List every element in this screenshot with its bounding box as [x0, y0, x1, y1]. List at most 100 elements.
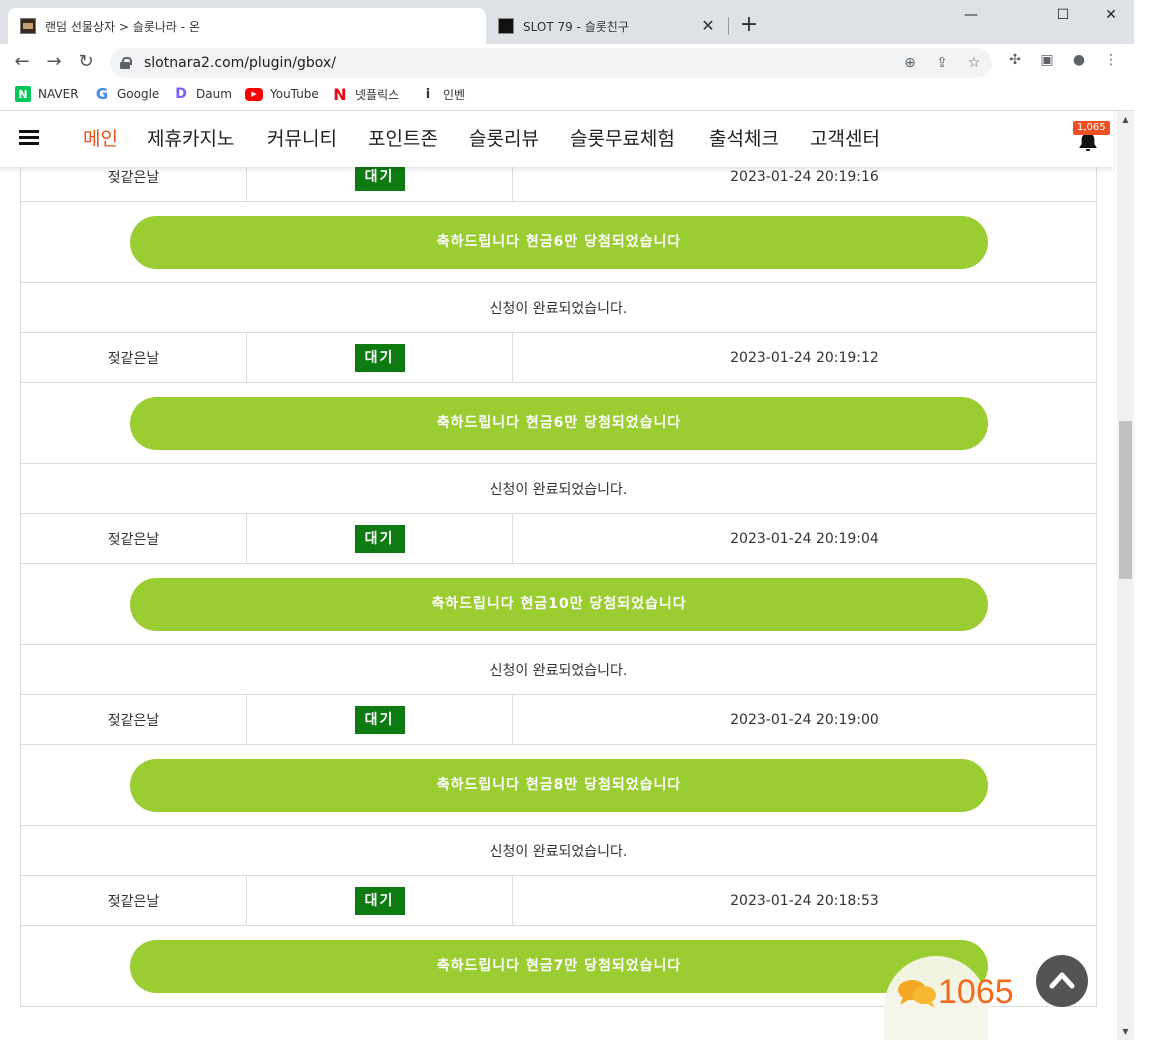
maximize-button[interactable]: ☐ [1040, 0, 1086, 30]
reload-icon: ↻ [78, 51, 94, 72]
maximize-icon: ☐ [1056, 7, 1070, 23]
prize-row: 축하드립니다 현금8만 당첨되었습니다 [20, 745, 1097, 826]
prize-banner: 축하드립니다 현금6만 당첨되었습니다 [130, 216, 988, 269]
user-nickname: 젖같은날 [21, 333, 247, 383]
prize-row: 축하드립니다 현금10만 당첨되었습니다 [20, 564, 1097, 645]
notification-badge: 1,065 [1073, 121, 1110, 135]
nav-attendance[interactable]: 출석체크 [709, 111, 779, 167]
minimize-button[interactable]: — [948, 0, 994, 30]
tab-strip: 랜덤 선물상자 > 슬롯나라 - 온 SLOT 79 - 슬롯친구 ✕ + — … [0, 0, 1134, 44]
status-badge: 대기 [354, 887, 405, 915]
bookmark-label: Google [117, 87, 160, 101]
completion-message: 신청이 완료되었습니다. [20, 645, 1097, 695]
timestamp: 2023-01-24 20:19:12 [730, 350, 879, 366]
zoom-icon[interactable]: ⊕ [900, 53, 920, 73]
minimize-icon: — [964, 7, 978, 23]
user-nickname: 젖같은날 [21, 876, 247, 926]
chat-count[interactable]: 1065 [938, 973, 1014, 1012]
nav-free-slot-trial[interactable]: 슬롯무료체험 [570, 111, 675, 167]
user-nickname: 젖같은날 [21, 514, 247, 564]
kebab-menu-icon[interactable]: ⋮ [1100, 49, 1122, 71]
address-bar[interactable]: slotnara2.com/plugin/gbox/ ⊕ ⇪ ☆ [110, 48, 992, 78]
nav-community[interactable]: 커뮤니티 [267, 111, 337, 167]
bookmark-label: YouTube [270, 87, 319, 101]
prize-banner: 축하드립니다 현금6만 당첨되었습니다 [130, 397, 988, 450]
close-icon: ✕ [1105, 7, 1117, 23]
chevron-up-icon [1049, 972, 1075, 989]
browser-toolbar: ← → ↻ slotnara2.com/plugin/gbox/ ⊕ ⇪ ☆ ✣… [0, 44, 1134, 80]
desktop-edge [1134, 0, 1152, 1040]
naver-icon: N [15, 86, 31, 102]
bookmark-naver[interactable]: N NAVER [15, 84, 79, 104]
page-scrollbar[interactable]: ▲ ▼ [1117, 111, 1134, 1040]
tab-title: SLOT 79 - 슬롯친구 [523, 19, 629, 34]
nav-slot-review[interactable]: 슬롯리뷰 [469, 111, 539, 167]
profile-icon[interactable]: ● [1068, 49, 1090, 71]
timestamp: 2023-01-24 20:19:04 [730, 531, 879, 547]
completion-message: 신청이 완료되었습니다. [20, 826, 1097, 876]
tab-slot79[interactable]: SLOT 79 - 슬롯친구 ✕ [490, 8, 726, 44]
browser-window: 랜덤 선물상자 > 슬롯나라 - 온 SLOT 79 - 슬롯친구 ✕ + — … [0, 0, 1152, 1040]
scroll-down-arrow-icon[interactable]: ▼ [1117, 1023, 1134, 1040]
status-badge: 대기 [354, 525, 405, 553]
slot-favicon-icon [20, 18, 36, 34]
bookmark-netflix[interactable]: N 넷플릭스 [332, 84, 399, 104]
google-icon: G [95, 85, 109, 103]
timestamp: 2023-01-24 20:18:53 [730, 893, 879, 909]
side-panel-icon[interactable]: ▣ [1036, 49, 1058, 71]
nav-point-zone[interactable]: 포인트존 [368, 111, 438, 167]
tab-title: 랜덤 선물상자 > 슬롯나라 - 온 [45, 19, 200, 34]
prize-banner: 축하드립니다 현금7만 당첨되었습니다 [130, 940, 988, 993]
bookmark-google[interactable]: G Google [94, 84, 159, 104]
inven-icon: i [425, 86, 431, 102]
scrollbar-thumb[interactable] [1119, 421, 1132, 579]
bookmarks-bar: N NAVER G Google D Daum ▶ YouTube N 넷플릭스… [0, 80, 1134, 110]
status-cell: 대기 [247, 333, 513, 383]
bookmark-label: 인벤 [443, 87, 466, 102]
prize-banner: 축하드립니다 현금10만 당첨되었습니다 [130, 578, 988, 631]
share-icon[interactable]: ⇪ [932, 53, 952, 73]
bookmark-inven[interactable]: i 인벤 [420, 84, 465, 104]
status-badge: 대기 [354, 163, 405, 191]
nav-partner-casino[interactable]: 제휴카지노 [147, 111, 234, 167]
scroll-up-arrow-icon[interactable]: ▲ [1117, 111, 1134, 128]
bookmark-label: 넷플릭스 [355, 87, 400, 102]
browser-chrome: 랜덤 선물상자 > 슬롯나라 - 온 SLOT 79 - 슬롯친구 ✕ + — … [0, 0, 1134, 112]
tab-slotnara[interactable]: 랜덤 선물상자 > 슬롯나라 - 온 [8, 8, 486, 44]
forward-button[interactable]: → [40, 48, 68, 76]
nav-customer-center[interactable]: 고객센터 [810, 111, 880, 167]
bookmark-youtube[interactable]: ▶ YouTube [245, 84, 319, 104]
table-row: 젖같은날 대기 2023-01-24 20:19:12 [20, 333, 1097, 383]
extensions-icon[interactable]: ✣ [1004, 49, 1026, 71]
completion-message: 신청이 완료되었습니다. [20, 283, 1097, 333]
hamburger-menu-icon[interactable] [19, 130, 39, 146]
youtube-icon: ▶ [245, 87, 263, 101]
slot79-favicon-icon [498, 18, 514, 34]
arrow-right-icon: → [46, 51, 62, 72]
new-tab-button[interactable]: + [738, 12, 760, 38]
back-button[interactable]: ← [8, 48, 36, 76]
tab-close-icon[interactable]: ✕ [698, 16, 718, 36]
tab-separator [728, 17, 729, 35]
gift-box-results-list: 젖같은날 대기 2023-01-24 20:19:16 축하드립니다 현금6만 … [20, 152, 1097, 1007]
timestamp: 2023-01-24 20:19:00 [730, 712, 879, 728]
prize-banner: 축하드립니다 현금8만 당첨되었습니다 [130, 759, 988, 812]
bookmark-label: NAVER [38, 87, 79, 101]
bookmark-star-icon[interactable]: ☆ [964, 53, 984, 73]
completion-message: 신청이 완료되었습니다. [20, 464, 1097, 514]
bookmark-label: Daum [196, 87, 232, 101]
window-close-button[interactable]: ✕ [1088, 0, 1134, 30]
bookmark-daum[interactable]: D Daum [173, 84, 232, 104]
status-badge: 대기 [354, 706, 405, 734]
nav-main[interactable]: 메인 [83, 111, 118, 167]
prize-row: 축하드립니다 현금6만 당첨되었습니다 [20, 383, 1097, 464]
reload-button[interactable]: ↻ [72, 48, 100, 76]
url-text: slotnara2.com/plugin/gbox/ [144, 55, 336, 71]
scroll-top-button[interactable] [1036, 955, 1088, 1007]
table-row: 젖같은날 대기 2023-01-24 20:19:04 [20, 514, 1097, 564]
status-cell: 대기 [247, 695, 513, 745]
page-viewport: 메인 제휴카지노 커뮤니티 포인트존 슬롯리뷰 슬롯무료체험 출석체크 고객센터… [0, 111, 1117, 1040]
chat-bubbles-icon[interactable] [897, 977, 937, 1009]
site-header: 메인 제휴카지노 커뮤니티 포인트존 슬롯리뷰 슬롯무료체험 출석체크 고객센터… [0, 111, 1114, 167]
user-nickname: 젖같은날 [21, 695, 247, 745]
